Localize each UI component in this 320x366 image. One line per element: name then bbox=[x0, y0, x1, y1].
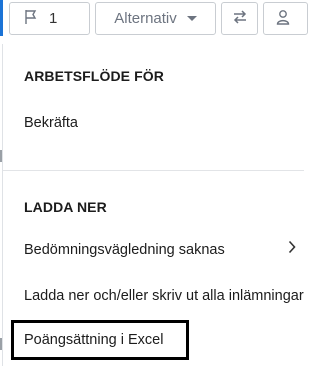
primary-button-edge[interactable] bbox=[0, 0, 3, 36]
grading-guide-menu-item[interactable]: Bedömningsvägledning saknas bbox=[24, 242, 299, 258]
options-menu: ARBETSFLÖDE FÖR Bekräfta LADDA NER Bedöm… bbox=[2, 44, 304, 366]
chevron-down-icon bbox=[186, 16, 197, 21]
menu-divider bbox=[3, 170, 304, 171]
highlight-box bbox=[11, 320, 189, 360]
flag-icon bbox=[23, 9, 39, 29]
download-all-menu-item[interactable]: Ladda ner och/eller skriv ut alla inlämn… bbox=[24, 288, 304, 304]
swap-button[interactable] bbox=[221, 2, 258, 35]
alternatives-dropdown[interactable]: Alternativ bbox=[95, 2, 216, 35]
grading-guide-label: Bedömningsvägledning saknas bbox=[24, 242, 225, 258]
chevron-right-icon bbox=[288, 240, 296, 259]
alternatives-label: Alternativ bbox=[114, 10, 177, 27]
flag-count: 1 bbox=[49, 10, 58, 27]
flag-button[interactable]: 1 bbox=[9, 2, 90, 35]
confirm-menu-item[interactable]: Bekräfta bbox=[24, 115, 78, 131]
user-icon bbox=[275, 9, 291, 29]
user-button[interactable] bbox=[263, 2, 308, 35]
download-header: LADDA NER bbox=[24, 199, 107, 215]
workflow-header: ARBETSFLÖDE FÖR bbox=[24, 68, 164, 84]
toolbar: 1 Alternativ bbox=[0, 0, 308, 42]
swap-arrows-icon bbox=[232, 9, 248, 29]
